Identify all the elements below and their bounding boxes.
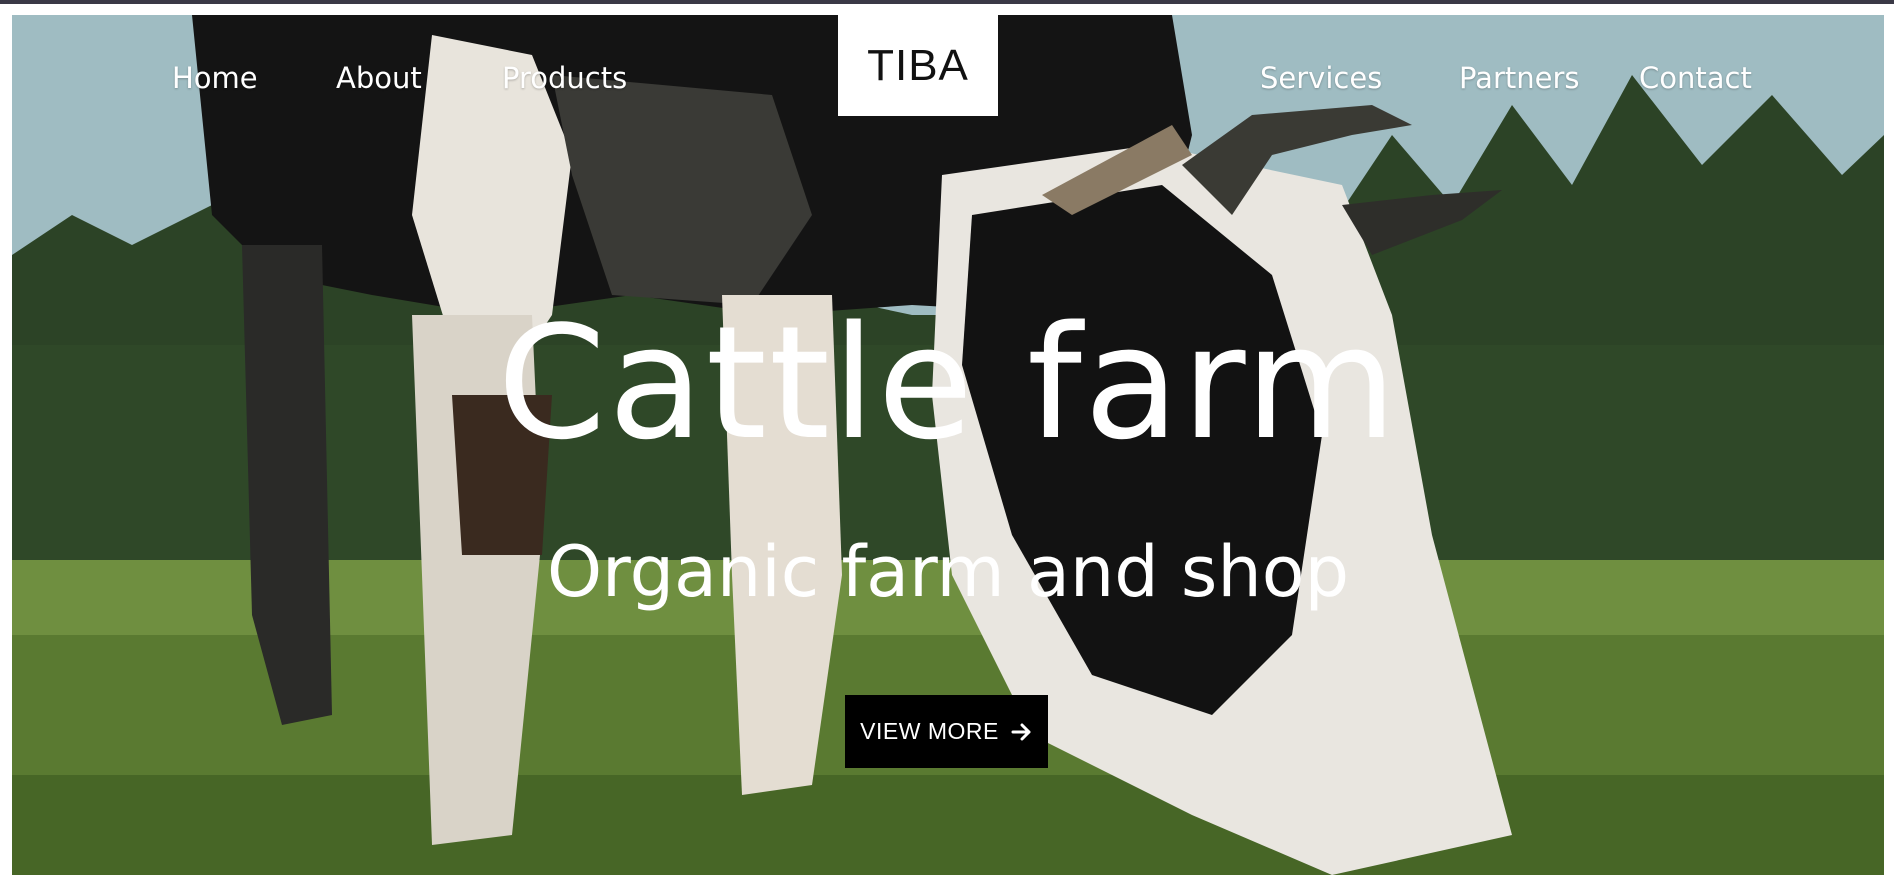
hero-title: Cattle farm: [497, 292, 1399, 474]
nav-link-products[interactable]: Products: [502, 61, 627, 95]
logo[interactable]: TIBA: [838, 15, 998, 116]
logo-text: TIBA: [867, 40, 969, 90]
arrow-right-icon: [1011, 723, 1031, 740]
hero-subtitle: Organic farm and shop: [546, 531, 1350, 613]
top-border: [0, 0, 1894, 4]
hero-section: Home About Products TIBA Services Partne…: [12, 15, 1884, 875]
nav-link-partners[interactable]: Partners: [1459, 61, 1580, 95]
view-more-button[interactable]: VIEW MORE: [845, 695, 1048, 768]
nav-link-contact[interactable]: Contact: [1639, 61, 1752, 95]
view-more-label: VIEW MORE: [860, 718, 999, 744]
nav-link-services[interactable]: Services: [1260, 61, 1382, 95]
nav-link-home[interactable]: Home: [172, 61, 258, 95]
nav-link-about[interactable]: About: [336, 61, 422, 95]
